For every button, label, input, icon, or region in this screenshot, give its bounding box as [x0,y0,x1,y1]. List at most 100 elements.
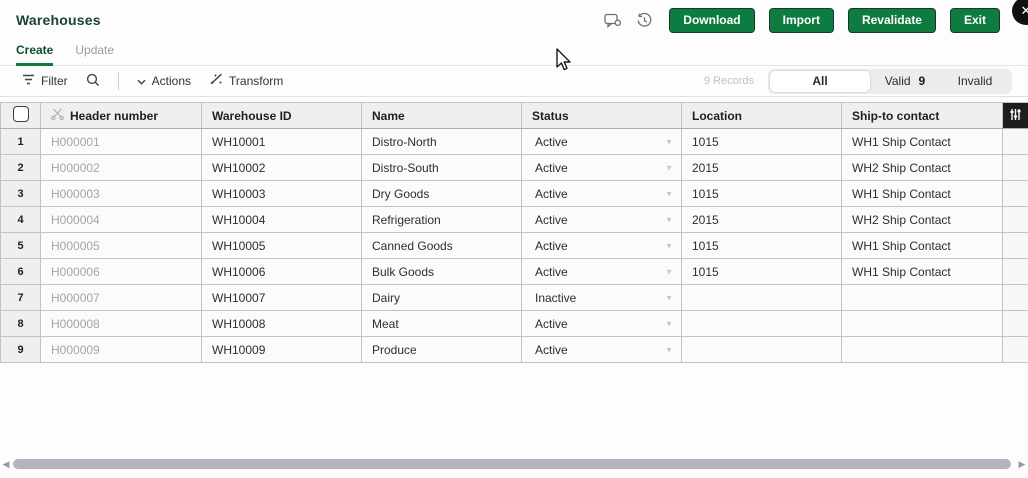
cell-name[interactable]: Refrigeration [362,207,522,233]
cell-header-number[interactable]: H000007 [41,285,202,311]
cell-status-dropdown[interactable]: Active▼ [522,181,682,207]
segment-all[interactable]: All [770,71,870,92]
cell-location[interactable] [682,337,842,363]
row-gutter [1003,311,1028,337]
cell-name[interactable]: Dry Goods [362,181,522,207]
row-number[interactable]: 5 [1,233,41,259]
row-number[interactable]: 6 [1,259,41,285]
cell-warehouse-id[interactable]: WH10001 [202,129,362,155]
row-number[interactable]: 4 [1,207,41,233]
import-button[interactable]: Import [769,8,834,33]
cell-warehouse-id[interactable]: WH10007 [202,285,362,311]
cell-warehouse-id[interactable]: WH10008 [202,311,362,337]
cell-location[interactable]: 1015 [682,259,842,285]
filter-button[interactable]: Filter [16,71,74,91]
row-number[interactable]: 8 [1,311,41,337]
cell-name[interactable]: Distro-North [362,129,522,155]
cell-status-dropdown[interactable]: Active▼ [522,337,682,363]
cell-header-number[interactable]: H000004 [41,207,202,233]
tab-create[interactable]: Create [16,40,53,65]
history-icon[interactable] [633,9,655,31]
toolbar-divider [118,72,119,90]
cell-header-number[interactable]: H000009 [41,337,202,363]
cell-status-dropdown[interactable]: Active▼ [522,259,682,285]
dropdown-chevron-icon: ▼ [665,215,673,224]
download-button[interactable]: Download [669,8,754,33]
cell-warehouse-id[interactable]: WH10009 [202,337,362,363]
row-gutter [1003,181,1028,207]
segment-invalid[interactable]: Invalid [940,71,1010,92]
cell-ship-to-contact[interactable]: WH2 Ship Contact [842,155,1003,181]
close-button[interactable]: ✕ [1012,0,1028,25]
cell-warehouse-id[interactable]: WH10003 [202,181,362,207]
cell-name[interactable]: Dairy [362,285,522,311]
row-number[interactable]: 7 [1,285,41,311]
cell-ship-to-contact[interactable]: WH2 Ship Contact [842,207,1003,233]
cell-location[interactable]: 1015 [682,181,842,207]
exit-button[interactable]: Exit [950,8,1000,33]
cell-status-dropdown[interactable]: Active▼ [522,129,682,155]
revalidate-button[interactable]: Revalidate [848,8,936,33]
cell-status-dropdown[interactable]: Active▼ [522,311,682,337]
tab-bar: Create Update [0,40,1028,66]
cell-warehouse-id[interactable]: WH10005 [202,233,362,259]
cell-name[interactable]: Meat [362,311,522,337]
select-all-checkbox[interactable] [13,106,29,122]
actions-label: Actions [152,74,191,88]
cell-location[interactable]: 1015 [682,129,842,155]
records-count: 9 Records [704,75,754,87]
scroll-right-arrow-icon[interactable]: ▶ [1017,459,1027,469]
tab-update[interactable]: Update [75,40,114,65]
segment-valid[interactable]: Valid 9 [870,71,940,92]
actions-menu-button[interactable]: Actions [131,71,197,91]
feedback-icon[interactable] [601,9,623,31]
cell-name[interactable]: Bulk Goods [362,259,522,285]
cell-header-number[interactable]: H000003 [41,181,202,207]
dropdown-chevron-icon: ▼ [665,267,673,276]
cell-status-dropdown[interactable]: Active▼ [522,207,682,233]
cell-ship-to-contact[interactable]: WH1 Ship Contact [842,129,1003,155]
row-number[interactable]: 2 [1,155,41,181]
column-label: Header number [70,109,158,123]
cell-ship-to-contact[interactable] [842,337,1003,363]
cell-location[interactable] [682,311,842,337]
segment-all-label: All [812,74,827,88]
row-gutter [1003,155,1028,181]
transform-button[interactable]: Transform [203,70,289,92]
cell-status-dropdown[interactable]: Active▼ [522,155,682,181]
row-gutter [1003,233,1028,259]
scroll-left-arrow-icon[interactable]: ◀ [1,459,11,469]
cell-header-number[interactable]: H000008 [41,311,202,337]
cell-name[interactable]: Distro-South [362,155,522,181]
cell-name[interactable]: Produce [362,337,522,363]
cell-ship-to-contact[interactable]: WH1 Ship Contact [842,181,1003,207]
cell-location[interactable] [682,285,842,311]
cell-header-number[interactable]: H000001 [41,129,202,155]
cell-ship-to-contact[interactable] [842,285,1003,311]
cell-warehouse-id[interactable]: WH10006 [202,259,362,285]
row-number[interactable]: 1 [1,129,41,155]
status-value: Active [535,343,568,357]
cell-ship-to-contact[interactable] [842,311,1003,337]
cell-header-number[interactable]: H000006 [41,259,202,285]
column-header-warehouse-id: Warehouse ID [202,103,362,129]
cell-status-dropdown[interactable]: Active▼ [522,233,682,259]
row-number[interactable]: 9 [1,337,41,363]
dropdown-chevron-icon: ▼ [665,293,673,302]
cell-header-number[interactable]: H000002 [41,155,202,181]
cell-header-number[interactable]: H000005 [41,233,202,259]
column-settings-button[interactable] [1003,103,1028,129]
scrollbar-thumb[interactable] [13,459,1011,469]
cell-warehouse-id[interactable]: WH10002 [202,155,362,181]
dropdown-chevron-icon: ▼ [665,189,673,198]
cell-location[interactable]: 1015 [682,233,842,259]
search-button[interactable] [80,70,106,93]
cell-status-dropdown[interactable]: Inactive▼ [522,285,682,311]
cell-ship-to-contact[interactable]: WH1 Ship Contact [842,259,1003,285]
cell-ship-to-contact[interactable]: WH1 Ship Contact [842,233,1003,259]
row-number[interactable]: 3 [1,181,41,207]
cell-location[interactable]: 2015 [682,155,842,181]
cell-location[interactable]: 2015 [682,207,842,233]
cell-name[interactable]: Canned Goods [362,233,522,259]
cell-warehouse-id[interactable]: WH10004 [202,207,362,233]
